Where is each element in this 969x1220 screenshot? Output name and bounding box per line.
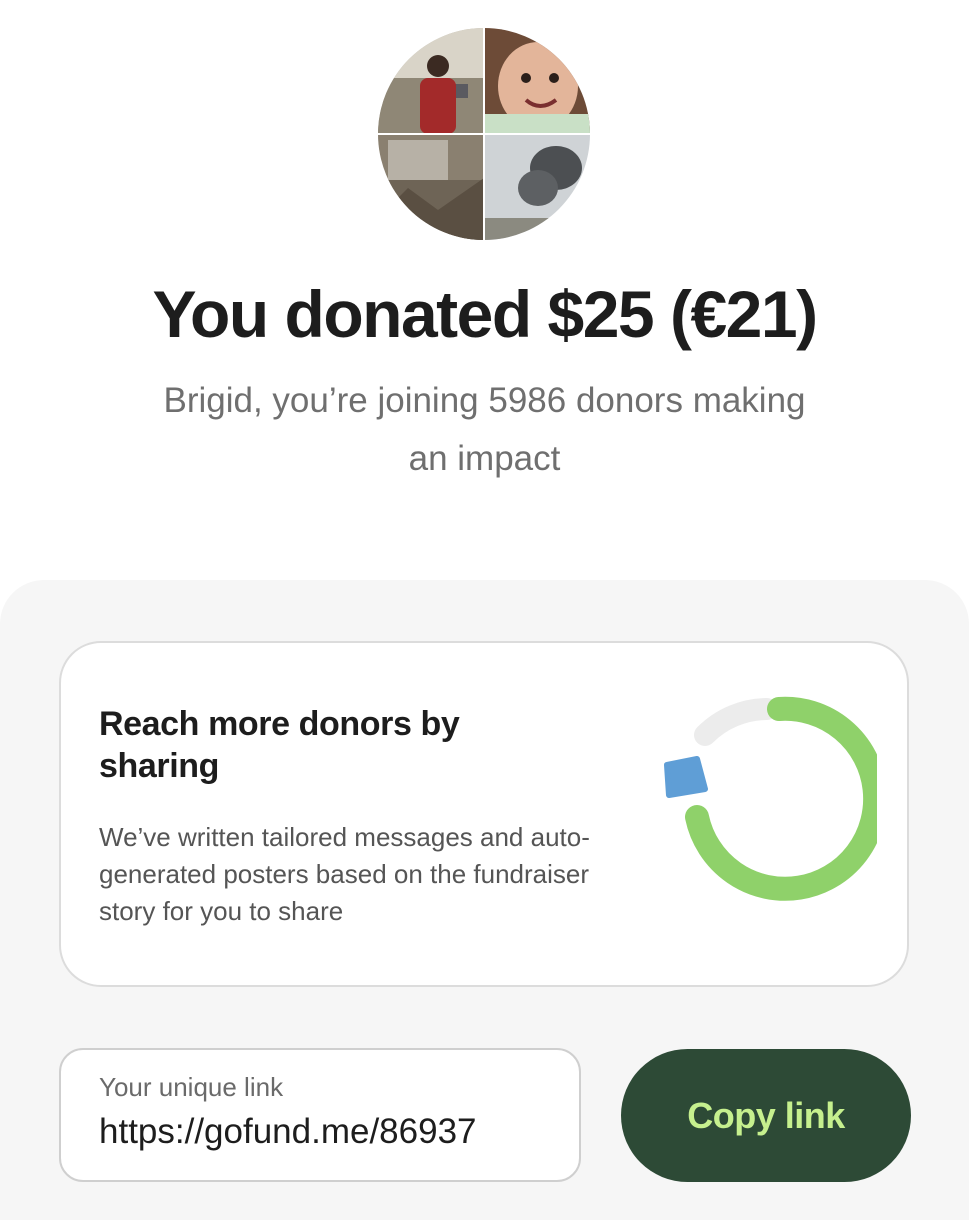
- photo-collage-icon: [378, 28, 590, 240]
- donation-headline: You donated $25 (€21): [152, 277, 818, 351]
- share-card-title: Reach more donors by sharing: [99, 705, 460, 785]
- donor-progress-ring-icon: [664, 696, 877, 901]
- fundraiser-avatar: [378, 28, 590, 240]
- unique-link-field[interactable]: Your unique link https://gofund.me/86937: [59, 1048, 581, 1182]
- unique-link-label: Your unique link: [99, 1072, 284, 1102]
- unique-link-value[interactable]: https://gofund.me/86937: [99, 1112, 545, 1152]
- copy-link-button[interactable]: Copy link: [621, 1049, 911, 1182]
- share-card-description: We’ve written tailored messages and auto…: [99, 822, 590, 926]
- donation-subtitle: Brigid, you’re joining 5986 donors makin…: [163, 381, 806, 478]
- share-card[interactable]: Reach more donors by sharing We’ve writt…: [59, 641, 909, 987]
